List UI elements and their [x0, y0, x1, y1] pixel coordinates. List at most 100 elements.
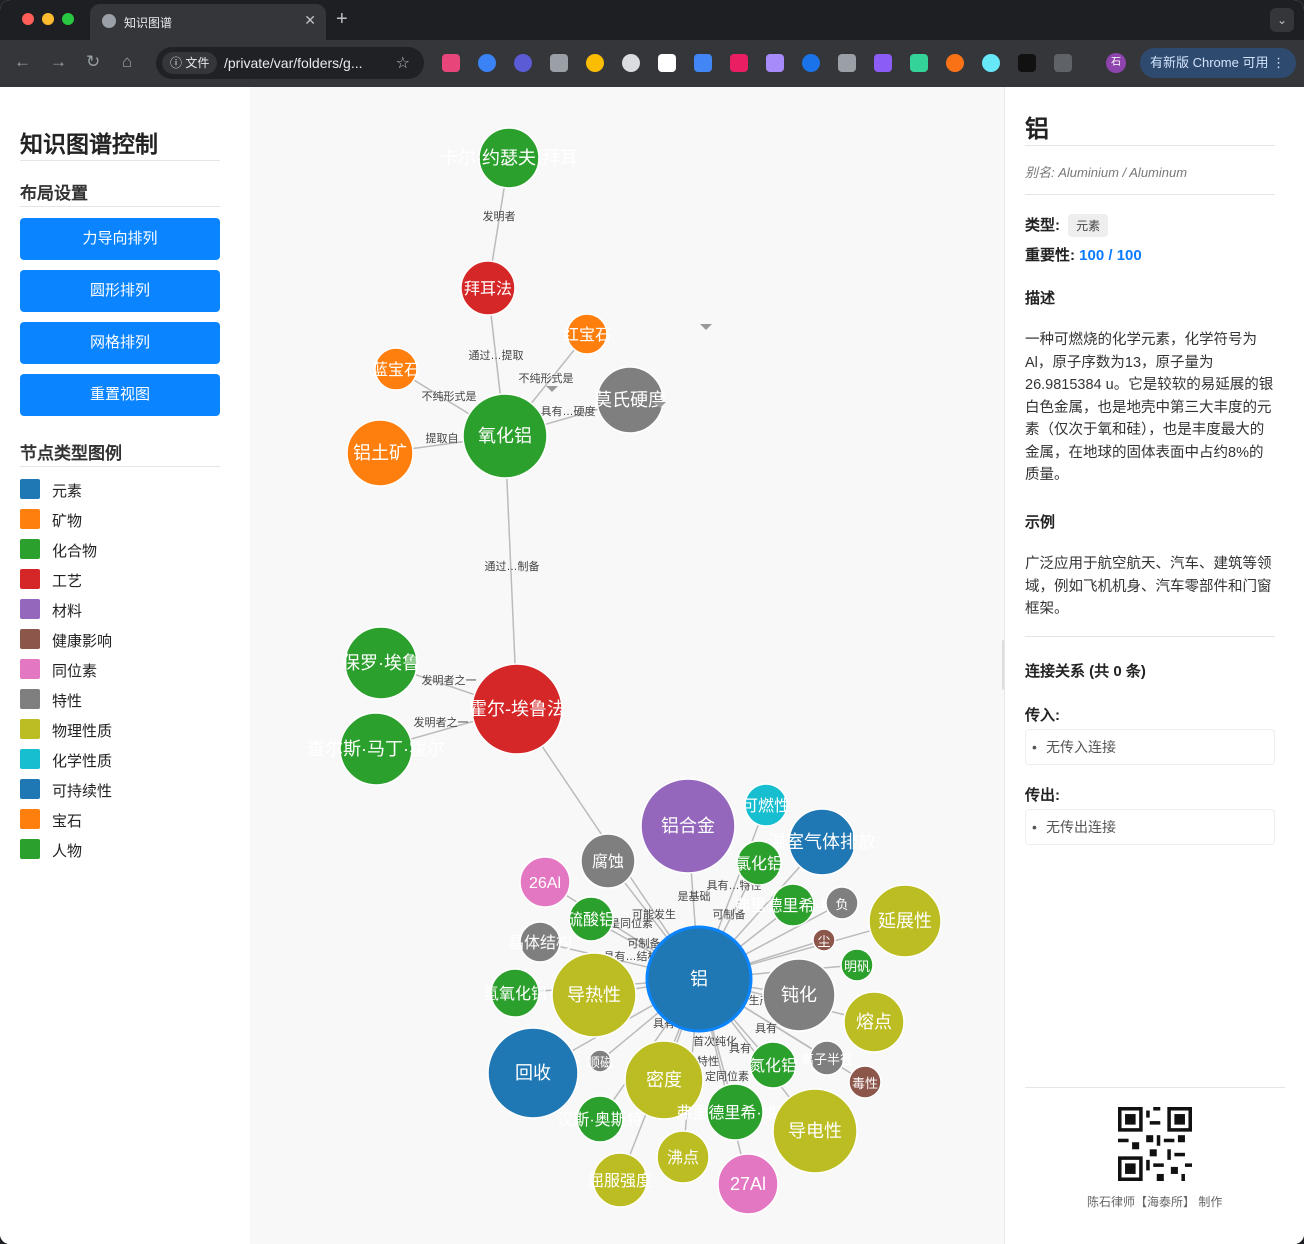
extension-icon[interactable]	[514, 54, 532, 72]
close-window-button[interactable]	[22, 13, 34, 25]
graph-node[interactable]: 卡尔·约瑟夫·拜耳	[440, 127, 578, 189]
graph-node[interactable]: 屈服强度	[588, 1152, 652, 1208]
home-icon[interactable]: ⌂	[122, 52, 132, 72]
graph-canvas[interactable]: 发明者 通过…提取 不纯形式是 不纯形式是 具有…硬度 提取自 通过…制备 发明者之一 发明者之…	[250, 87, 1004, 1244]
graph-node[interactable]: 氢氧化铝	[483, 968, 547, 1018]
graph-node[interactable]: 汉斯·奥斯特	[557, 1095, 643, 1143]
extension-icon[interactable]	[694, 54, 712, 72]
divider	[1025, 145, 1275, 146]
graph-node[interactable]: 钝化	[762, 958, 836, 1032]
tab-active[interactable]: 知识图谱 ✕	[90, 4, 326, 40]
detail-alias: 别名: Aluminium / Aluminum	[1025, 165, 1188, 180]
graph-node[interactable]: 铝	[645, 925, 753, 1033]
extension-icon[interactable]	[802, 54, 820, 72]
back-icon[interactable]: ←	[14, 52, 31, 72]
markdown-extension-icon[interactable]	[1018, 54, 1036, 72]
graph-node[interactable]: 26Al	[519, 856, 571, 908]
extension-icon[interactable]	[730, 54, 748, 72]
extension-icon[interactable]	[658, 54, 676, 72]
edge-label: 发明者	[483, 209, 516, 223]
scissors-extension-icon[interactable]	[550, 54, 568, 72]
knowledge-graph[interactable]: 发明者通过…提取不纯形式是不纯形式是具有…硬度提取自通过…制备发明者之一发明者之…	[250, 87, 1004, 1244]
translate-extension-icon[interactable]	[442, 54, 460, 72]
extension-icon[interactable]	[982, 54, 1000, 72]
node-label: 尘	[817, 934, 830, 949]
graph-node[interactable]: 霍尔-埃鲁法	[469, 663, 565, 755]
edge-label: 具有…硬度	[541, 404, 596, 418]
graph-node[interactable]: 可燃性	[742, 783, 790, 827]
graph-node[interactable]: 氧化铝	[462, 393, 548, 479]
download-extension-icon[interactable]	[766, 54, 784, 72]
graph-node[interactable]: 铝合金	[640, 778, 736, 874]
edge-label: 是同位素	[609, 916, 653, 930]
reset-view-button[interactable]: 重置视图	[20, 374, 220, 416]
legend-label: 物理性质	[52, 723, 113, 740]
graph-node[interactable]: 尘	[812, 928, 836, 952]
file-chip[interactable]: ⓘ 文件	[162, 52, 218, 74]
node-label: 查尔斯·马丁·霍尔	[307, 739, 445, 759]
graph-node[interactable]: 铝土矿	[346, 419, 414, 487]
divider	[1025, 1087, 1285, 1088]
chrome-extension-icon[interactable]	[586, 54, 604, 72]
puzzle-icon[interactable]	[1054, 54, 1072, 72]
graph-node[interactable]: 27Al	[717, 1153, 779, 1215]
grid-layout-button[interactable]: 网格排列	[20, 322, 220, 364]
close-icon[interactable]: ✕	[304, 12, 316, 29]
node-label: 拜耳法	[464, 280, 512, 298]
url-text[interactable]: /private/var/folders/g...	[224, 55, 363, 71]
graph-node[interactable]: 腐蚀	[580, 833, 636, 889]
node-label: 铝合金	[661, 816, 715, 836]
star-icon[interactable]: ☆	[396, 53, 410, 73]
graph-node[interactable]: 导热性	[551, 952, 637, 1038]
legend-swatch	[20, 629, 40, 649]
circle-layout-button[interactable]: 圆形排列	[20, 270, 220, 312]
node-label: 氮化铝	[749, 1057, 797, 1075]
graph-node[interactable]: 氮化铝	[749, 1041, 797, 1089]
graph-node[interactable]: 延展性	[868, 884, 942, 958]
address-bar[interactable]: ⓘ 文件 /private/var/folders/g... ☆	[156, 47, 424, 79]
extension-icon[interactable]	[478, 54, 496, 72]
legend-swatch	[20, 659, 40, 679]
zoom-window-button[interactable]	[62, 13, 74, 25]
graph-node[interactable]: 蓝宝石	[372, 347, 420, 391]
extension-icon[interactable]	[838, 54, 856, 72]
graph-node[interactable]: 明矾	[840, 948, 874, 982]
minimize-window-button[interactable]	[42, 13, 54, 25]
new-tab-icon[interactable]: +	[336, 8, 348, 31]
avatar[interactable]: 石	[1106, 53, 1126, 73]
legend-label: 可持续性	[52, 783, 113, 800]
node-label: 汉斯·奥斯特	[557, 1111, 642, 1129]
graph-node[interactable]: 莫氏硬度	[594, 366, 666, 434]
graph-node[interactable]: 晶体结构	[508, 921, 572, 963]
graph-node[interactable]: 拜耳法	[460, 260, 516, 316]
graph-node[interactable]: 回收	[487, 1027, 579, 1119]
force-layout-button[interactable]: 力导向排列	[20, 218, 220, 260]
extension-icon[interactable]	[946, 54, 964, 72]
graph-node[interactable]: 导电性	[772, 1088, 858, 1174]
node-label: 延展性	[878, 911, 932, 931]
node-label: 可燃性	[742, 797, 790, 815]
graph-node[interactable]: 保罗·埃鲁	[342, 626, 420, 700]
legend-swatch	[20, 779, 40, 799]
extension-icon[interactable]	[910, 54, 928, 72]
forward-icon[interactable]: →	[50, 52, 67, 72]
graph-node[interactable]: 红宝石	[563, 313, 611, 355]
reload-icon[interactable]: ↻	[86, 52, 100, 72]
graph-node[interactable]: 负	[825, 886, 859, 920]
extension-icon[interactable]	[622, 54, 640, 72]
chevron-down-icon[interactable]: ⌄	[1270, 8, 1294, 32]
divider	[1025, 194, 1275, 195]
update-chrome-button[interactable]: 有新版 Chrome 可用 ⋮	[1140, 48, 1296, 78]
page: 知识图谱控制 布局设置 力导向排列 圆形排列 网格排列 重置视图 节点类型图例 …	[0, 87, 1304, 1244]
graph-node[interactable]: 温室气体排放	[768, 808, 876, 876]
edge-label: 发明者之一	[414, 715, 469, 729]
graph-node[interactable]: 沸点	[656, 1130, 710, 1184]
legend-label: 材料	[52, 603, 83, 620]
extension-icon[interactable]	[874, 54, 892, 72]
node-label: 导电性	[788, 1121, 842, 1141]
graph-node[interactable]: 硫酸铝	[567, 896, 615, 942]
graph-node[interactable]: 毒性	[848, 1065, 882, 1099]
type-row: 类型: 元素	[1025, 214, 1109, 237]
graph-node[interactable]: 熔点	[843, 991, 905, 1053]
node-label: 氢氧化铝	[483, 985, 547, 1003]
